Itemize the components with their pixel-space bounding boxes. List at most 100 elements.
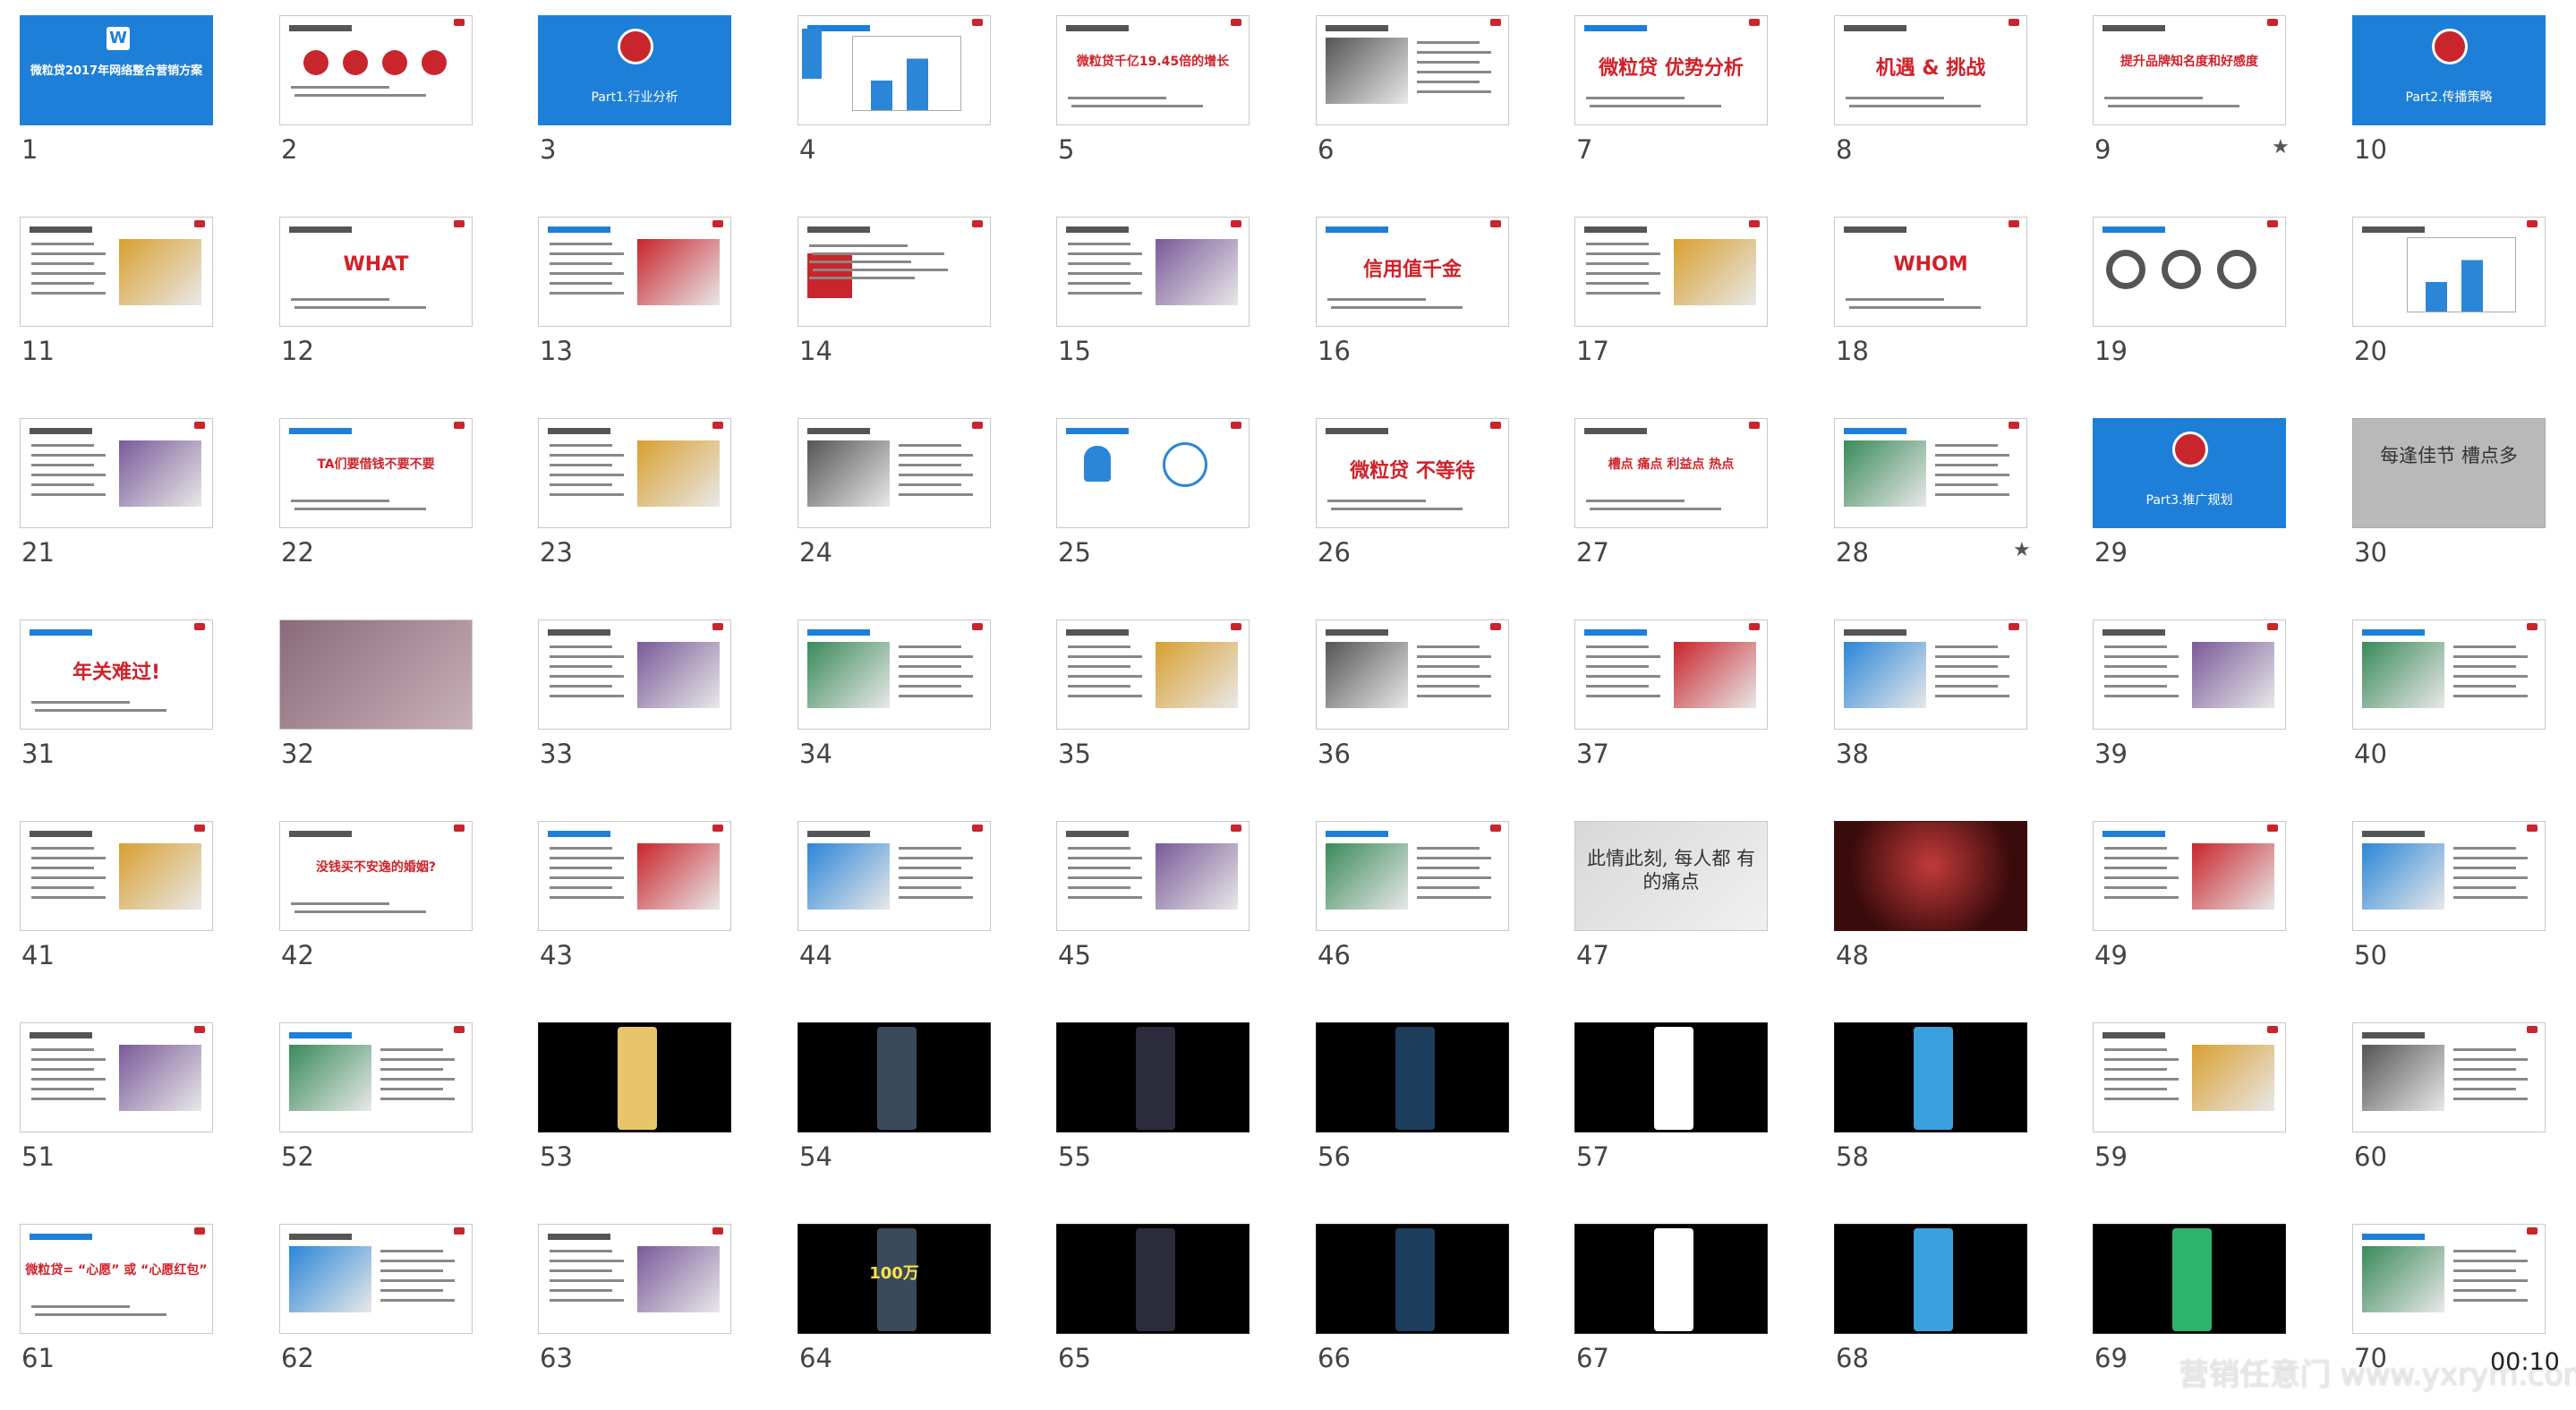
slide-thumbnail-55[interactable]: 55 [1036,1007,1269,1209]
slide-preview[interactable] [1316,15,1509,125]
slide-thumbnail-15[interactable]: 15 [1036,201,1269,403]
slide-thumbnail-44[interactable]: 44 [778,806,1011,1007]
slide-preview[interactable]: 机遇 & 挑战 [1834,15,2027,125]
slide-preview[interactable] [1574,1022,1768,1132]
slide-preview[interactable] [279,620,473,730]
slide-preview[interactable] [1056,1224,1250,1334]
slide-preview[interactable] [1056,821,1250,931]
slide-thumbnail-25[interactable]: 25 [1036,403,1269,604]
slide-preview[interactable] [1316,1224,1509,1334]
slide-preview[interactable] [798,620,991,730]
slide-thumbnail-40[interactable]: 40 [2333,604,2565,806]
slide-thumbnail-16[interactable]: 信用值千金 16 [1296,201,1529,403]
slide-preview[interactable] [1056,1022,1250,1132]
slide-preview[interactable] [1834,418,2027,528]
slide-preview[interactable] [2093,1224,2286,1334]
slide-thumbnail-32[interactable]: 32 [260,604,492,806]
slide-thumbnail-28[interactable]: 28 ★ [1814,403,2047,604]
slide-preview[interactable]: TA们要借钱不要不要 [279,418,473,528]
slide-preview[interactable]: Part1.行业分析 [538,15,731,125]
slide-preview[interactable]: 每逢佳节 槽点多 [2352,418,2546,528]
slide-preview[interactable] [2093,217,2286,327]
slide-preview[interactable]: 此情此刻, 每人都 有的痛点 [1574,821,1768,931]
slide-thumbnail-30[interactable]: 每逢佳节 槽点多 30 [2333,403,2565,604]
slide-thumbnail-14[interactable]: 14 [778,201,1011,403]
slide-preview[interactable] [538,1224,731,1334]
slide-thumbnail-61[interactable]: 微粒贷= “心愿” 或 “心愿红包” 61 [0,1209,233,1410]
slide-thumbnail-13[interactable]: 13 [518,201,751,403]
slide-thumbnail-27[interactable]: 槽点 痛点 利益点 热点 27 [1555,403,1787,604]
slide-preview[interactable] [2352,620,2546,730]
slide-preview[interactable] [798,217,991,327]
slide-preview[interactable] [279,15,473,125]
slide-thumbnail-3[interactable]: Part1.行业分析 3 [518,0,751,201]
slide-preview[interactable] [798,15,991,125]
slide-thumbnail-38[interactable]: 38 [1814,604,2047,806]
slide-thumbnail-39[interactable]: 39 [2073,604,2306,806]
slide-preview[interactable] [538,620,731,730]
slide-thumbnail-1[interactable]: W 微粒贷2017年网络整合营销方案 1 [0,0,233,201]
slide-thumbnail-17[interactable]: 17 [1555,201,1787,403]
slide-thumbnail-41[interactable]: 41 [0,806,233,1007]
slide-thumbnail-33[interactable]: 33 [518,604,751,806]
slide-preview[interactable] [538,217,731,327]
slide-thumbnail-45[interactable]: 45 [1036,806,1269,1007]
slide-preview[interactable] [538,1022,731,1132]
slide-preview[interactable] [798,1022,991,1132]
slide-thumbnail-37[interactable]: 37 [1555,604,1787,806]
slide-thumbnail-60[interactable]: 60 [2333,1007,2565,1209]
slide-thumbnail-47[interactable]: 此情此刻, 每人都 有的痛点 47 [1555,806,1787,1007]
slide-thumbnail-54[interactable]: 54 [778,1007,1011,1209]
slide-preview[interactable]: WHAT [279,217,473,327]
slide-preview[interactable] [1834,620,2027,730]
slide-preview[interactable] [2352,821,2546,931]
slide-preview[interactable]: 微粒贷千亿19.45倍的增长 [1056,15,1250,125]
slide-thumbnail-18[interactable]: WHOM 18 [1814,201,2047,403]
slide-preview[interactable] [1316,821,1509,931]
slide-thumbnail-26[interactable]: 微粒贷 不等待 26 [1296,403,1529,604]
slide-preview[interactable] [1574,217,1768,327]
slide-preview[interactable]: Part3.推广规划 [2093,418,2286,528]
slide-preview[interactable] [798,821,991,931]
slide-preview[interactable] [2093,821,2286,931]
slide-preview[interactable] [1574,620,1768,730]
slide-preview[interactable] [279,1224,473,1334]
slide-preview[interactable] [2093,620,2286,730]
slide-thumbnail-64[interactable]: 100万 64 [778,1209,1011,1410]
slide-preview[interactable] [1834,1224,2027,1334]
slide-thumbnail-12[interactable]: WHAT 12 [260,201,492,403]
slide-thumbnail-42[interactable]: 没钱买不安逸的婚姻? 42 [260,806,492,1007]
slide-preview[interactable]: 信用值千金 [1316,217,1509,327]
slide-preview[interactable] [538,418,731,528]
slide-thumbnail-9[interactable]: 提升品牌知名度和好感度 9 ★ [2073,0,2306,201]
slide-preview[interactable] [20,821,213,931]
slide-preview[interactable]: 100万 [798,1224,991,1334]
slide-thumbnail-57[interactable]: 57 [1555,1007,1787,1209]
slide-thumbnail-2[interactable]: 2 [260,0,492,201]
slide-thumbnail-56[interactable]: 56 [1296,1007,1529,1209]
slide-thumbnail-31[interactable]: 年关难过! 31 [0,604,233,806]
slide-preview[interactable] [2352,1224,2546,1334]
slide-preview[interactable] [20,1022,213,1132]
slide-thumbnail-48[interactable]: 48 [1814,806,2047,1007]
slide-thumbnail-23[interactable]: 23 [518,403,751,604]
slide-thumbnail-22[interactable]: TA们要借钱不要不要 22 [260,403,492,604]
slide-thumbnail-68[interactable]: 68 [1814,1209,2047,1410]
slide-preview[interactable] [2093,1022,2286,1132]
slide-thumbnail-46[interactable]: 46 [1296,806,1529,1007]
slide-thumbnail-8[interactable]: 机遇 & 挑战 8 [1814,0,2047,201]
slide-thumbnail-29[interactable]: Part3.推广规划 29 [2073,403,2306,604]
slide-preview[interactable] [1056,217,1250,327]
slide-preview[interactable]: Part2.传播策略 [2352,15,2546,125]
slide-preview[interactable]: 没钱买不安逸的婚姻? [279,821,473,931]
slide-thumbnail-11[interactable]: 11 [0,201,233,403]
slide-preview[interactable] [1834,1022,2027,1132]
slide-thumbnail-24[interactable]: 24 [778,403,1011,604]
slide-thumbnail-43[interactable]: 43 [518,806,751,1007]
slide-preview[interactable] [1574,1224,1768,1334]
slide-thumbnail-49[interactable]: 49 [2073,806,2306,1007]
slide-thumbnail-51[interactable]: 51 [0,1007,233,1209]
slide-preview[interactable]: 提升品牌知名度和好感度 [2093,15,2286,125]
slide-preview[interactable] [538,821,731,931]
slide-thumbnail-19[interactable]: 19 [2073,201,2306,403]
